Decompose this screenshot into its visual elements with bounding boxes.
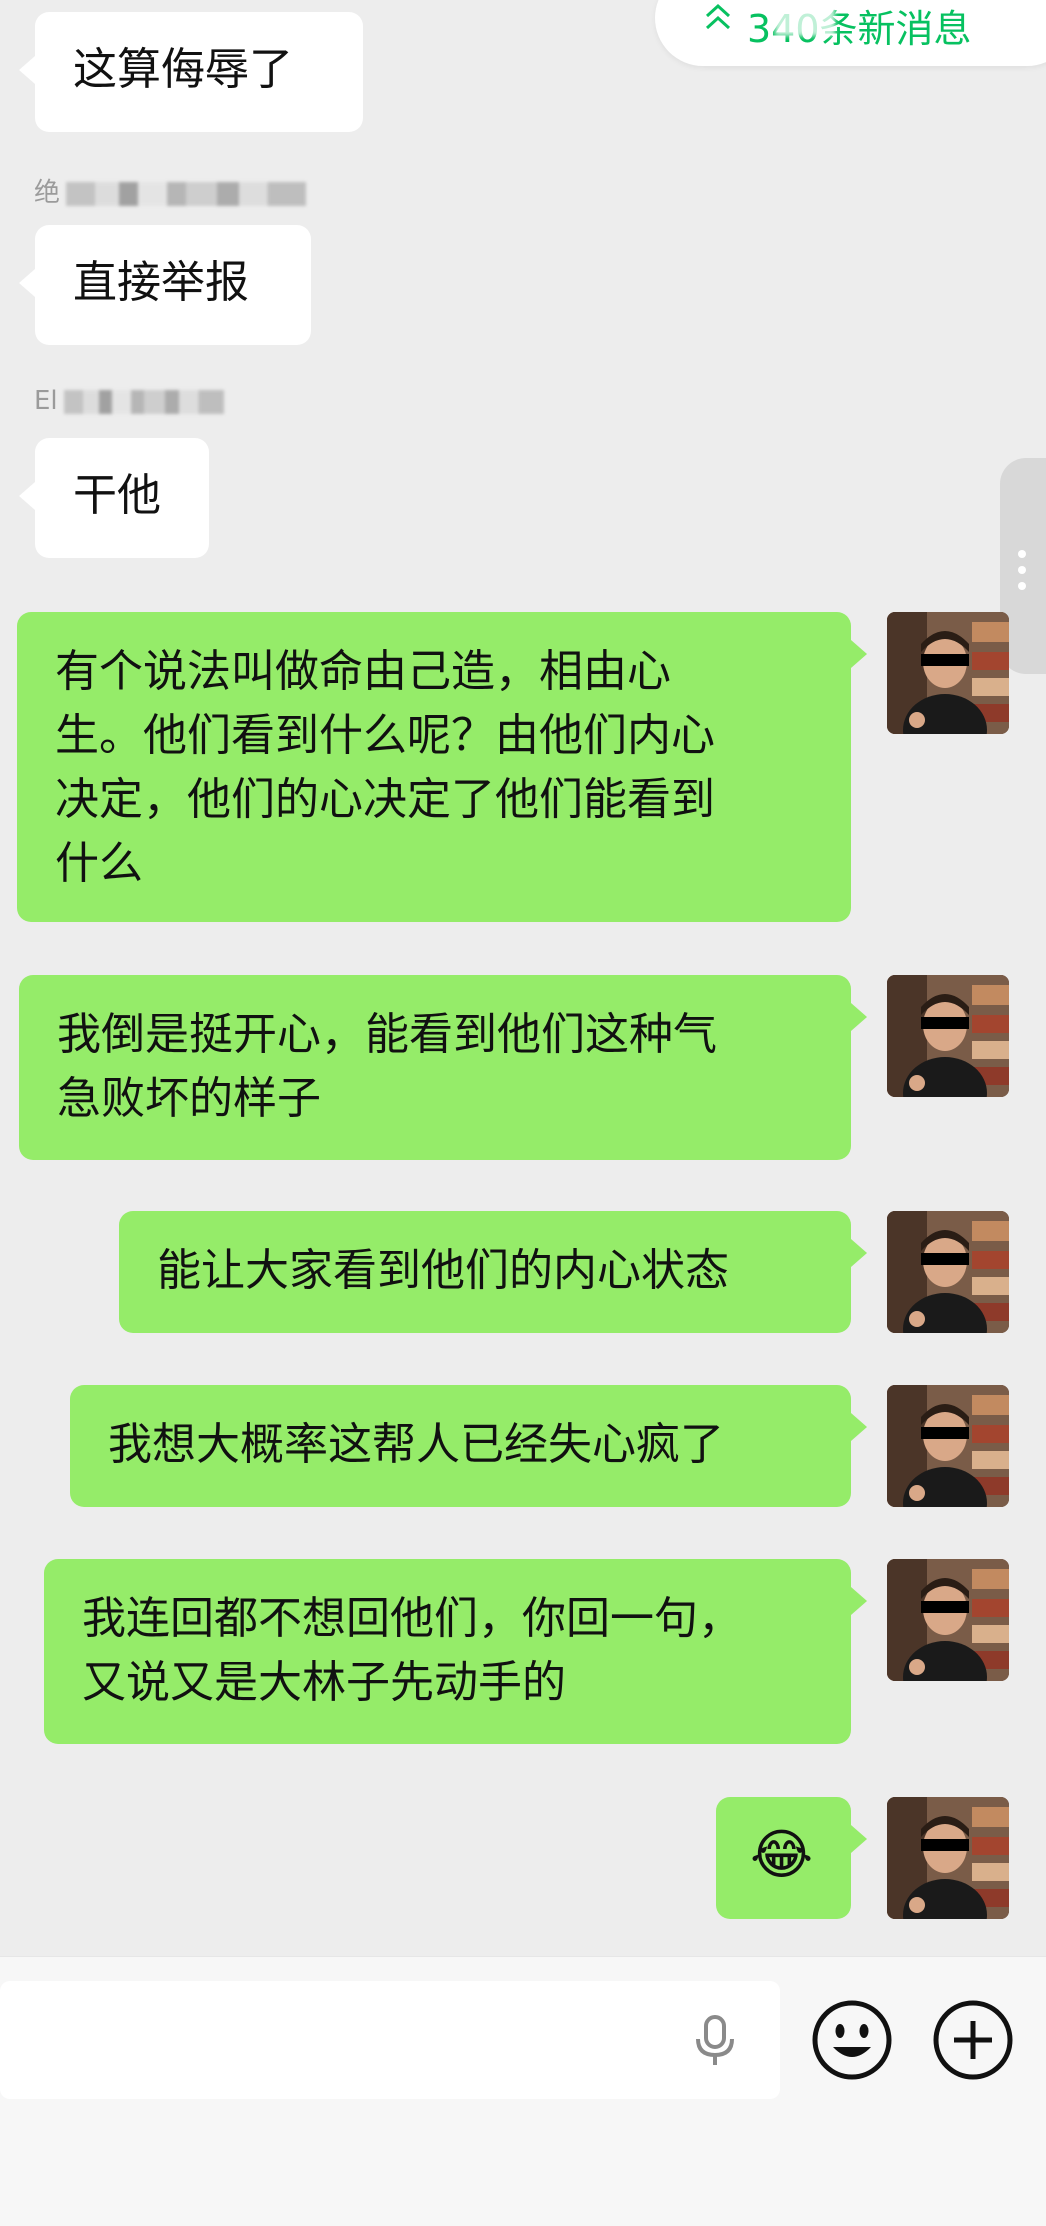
avatar-image bbox=[887, 1559, 1009, 1681]
unread-messages-pill[interactable]: 340条新消息 bbox=[655, 0, 1046, 66]
sender-name-visible: El bbox=[34, 386, 58, 416]
message-bubble-other[interactable]: 这算侮辱了 bbox=[19, 12, 363, 132]
message-text: 我想大概率这帮人已经失心疯了 bbox=[108, 1419, 724, 1470]
message-bubble-other[interactable]: 直接举报 bbox=[19, 225, 311, 345]
message-bubble-self[interactable]: 我想大概率这帮人已经失心疯了 bbox=[70, 1385, 867, 1507]
blur-mask bbox=[775, 0, 835, 36]
message-bubble-self[interactable]: 能让大家看到他们的内心状态 bbox=[119, 1211, 867, 1333]
message-bubble-self[interactable]: 我连回都不想回他们，你回一句， 又说又是大林子先动手的 bbox=[44, 1559, 867, 1744]
message-text: 我连回都不想回他们，你回一句， 又说又是大林子先动手的 bbox=[82, 1593, 742, 1708]
message-text: 干他 bbox=[73, 470, 161, 521]
double-chevron-up-icon bbox=[705, 3, 731, 30]
message-bubble-self[interactable]: 😂 bbox=[716, 1797, 867, 1919]
message-input[interactable] bbox=[0, 1981, 780, 2099]
plus-circle-icon[interactable] bbox=[932, 1999, 1014, 2081]
sender-name-visible: 绝 bbox=[34, 178, 61, 208]
avatar-image bbox=[887, 975, 1009, 1097]
avatar[interactable] bbox=[887, 1559, 1009, 1681]
avatar[interactable] bbox=[887, 975, 1009, 1097]
mosaic-blur bbox=[66, 181, 307, 206]
message-text: 我倒是挺开心，能看到他们这种气 急败坏的样子 bbox=[57, 1009, 717, 1124]
avatar[interactable] bbox=[887, 1797, 1009, 1919]
avatar-image bbox=[887, 612, 1009, 734]
message-text: 直接举报 bbox=[73, 257, 249, 308]
avatar[interactable] bbox=[887, 1385, 1009, 1507]
avatar[interactable] bbox=[887, 612, 1009, 734]
message-bubble-self[interactable]: 我倒是挺开心，能看到他们这种气 急败坏的样子 bbox=[19, 975, 867, 1160]
sender-name: El bbox=[34, 386, 224, 416]
message-bubble-self[interactable]: 有个说法叫做命由己造，相由心 生。他们看到什么呢？由他们内心 决定，他们的心决定… bbox=[17, 612, 867, 922]
avatar-image bbox=[887, 1385, 1009, 1507]
avatar[interactable] bbox=[887, 1211, 1009, 1333]
message-text: 能让大家看到他们的内心状态 bbox=[157, 1245, 729, 1296]
avatar-image bbox=[887, 1797, 1009, 1919]
message-bubble-other[interactable]: 干他 bbox=[19, 438, 209, 558]
message-text: 这算侮辱了 bbox=[73, 44, 293, 95]
emoji-text: 😂 bbox=[750, 1823, 814, 1886]
input-bar bbox=[0, 1956, 1046, 2226]
avatar-image bbox=[887, 1211, 1009, 1333]
mosaic-blur bbox=[63, 389, 224, 414]
message-text: 有个说法叫做命由己造，相由心 生。他们看到什么呢？由他们内心 决定，他们的心决定… bbox=[55, 646, 715, 889]
sender-name: 绝 bbox=[34, 172, 307, 208]
microphone-icon[interactable] bbox=[690, 2013, 740, 2069]
smiley-face-icon[interactable] bbox=[811, 1999, 893, 2081]
